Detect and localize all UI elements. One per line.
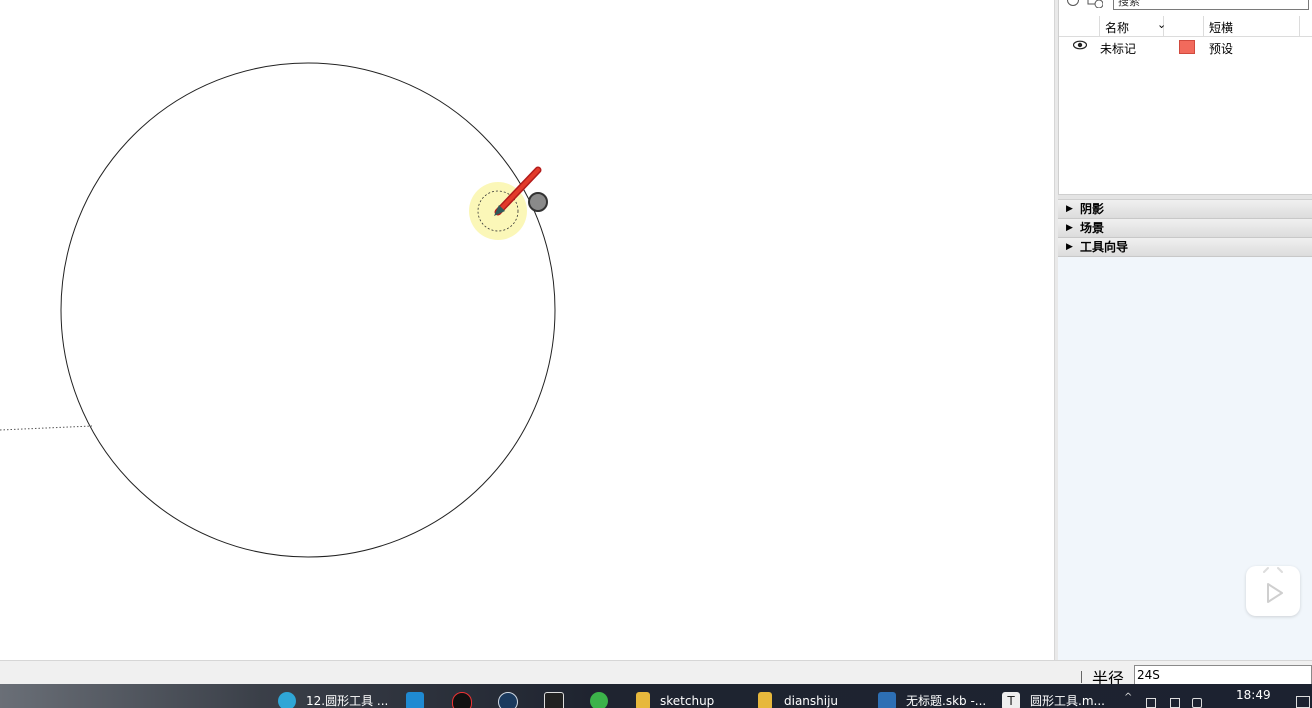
- chevron-up-icon[interactable]: ^: [1124, 692, 1132, 703]
- tray-label: 场景: [1080, 221, 1105, 235]
- taskbar-label: dianshiju: [784, 694, 839, 708]
- display-icon[interactable]: [1170, 698, 1180, 708]
- axis-line: [0, 425, 93, 431]
- taskbar-label: 无标题.skb -...: [906, 694, 987, 708]
- taskbar-item-vscode[interactable]: [406, 684, 430, 708]
- notification-icon[interactable]: [1296, 696, 1310, 708]
- chevron-down-icon[interactable]: ⌄: [1157, 18, 1166, 31]
- tag-color-swatch[interactable]: [1179, 40, 1195, 54]
- taskbar-item-steam[interactable]: [498, 684, 522, 708]
- volume-icon[interactable]: [1192, 698, 1202, 708]
- eye-icon[interactable]: [1073, 40, 1087, 50]
- wechat-icon: [590, 692, 608, 708]
- taskbar-label: sketchup: [660, 694, 715, 708]
- tag-name[interactable]: 未标记: [1100, 40, 1136, 57]
- taskbar-clock[interactable]: 18:49: [1236, 688, 1271, 702]
- network-icon[interactable]: [1146, 698, 1156, 708]
- taskbar-label: 12.圆形工具 ...: [306, 694, 389, 708]
- expand-triangle-icon: ▶: [1066, 223, 1073, 233]
- taskbar-item-wechat[interactable]: [590, 684, 614, 708]
- taskbar-item-epic[interactable]: [544, 684, 568, 708]
- viewport-canvas[interactable]: [0, 0, 1054, 660]
- sketchup-icon: [878, 692, 896, 708]
- tray-scenes[interactable]: ▶ 场景: [1058, 219, 1312, 238]
- taskbar-label: 圆形工具.m...: [1030, 694, 1105, 708]
- steam-icon: [498, 692, 518, 708]
- tray-shadows[interactable]: ▶ 阴影: [1058, 200, 1312, 219]
- tag-table-header: [1059, 16, 1312, 37]
- expand-triangle-icon: ▶: [1066, 204, 1073, 214]
- epic-icon: [544, 692, 564, 708]
- folder-icon: [636, 692, 650, 708]
- vscode-icon: [406, 692, 424, 708]
- tray-label: 阴影: [1080, 202, 1105, 216]
- measurements-input[interactable]: 24S: [1134, 665, 1312, 685]
- edge-icon: [278, 692, 296, 708]
- expand-triangle-icon: ▶: [1066, 242, 1073, 252]
- folder-icon: [758, 692, 772, 708]
- drawing-viewport[interactable]: [0, 0, 1054, 660]
- taskbar-item-qq[interactable]: [452, 684, 476, 708]
- tag-dash-preset[interactable]: 预设: [1209, 40, 1233, 57]
- tray-label: 工具向导: [1080, 240, 1129, 254]
- default-tray: 搜索 名称 ⌄ 短横 未标记 预设 ▶ 阴影 ▶ 场景 ▶ 工具向导: [1058, 0, 1312, 660]
- search-input[interactable]: 搜索: [1113, 0, 1309, 10]
- play-button[interactable]: [1246, 566, 1300, 616]
- status-bar: 半径 24S: [0, 660, 1312, 688]
- taskbar: 12.圆形工具 ... sketchup dianshiju 无标题.skb -…: [0, 684, 1312, 708]
- typora-icon: T: [1002, 692, 1020, 708]
- add-folder-icon[interactable]: [1087, 0, 1103, 8]
- status-divider: [1081, 671, 1082, 683]
- play-icon: [1263, 567, 1283, 603]
- column-divider: [1299, 16, 1300, 37]
- drawn-circle[interactable]: [60, 62, 556, 558]
- column-divider: [1099, 16, 1100, 37]
- tags-panel: 搜索 名称 ⌄ 短横 未标记 预设: [1058, 0, 1312, 194]
- add-tag-icon[interactable]: [1067, 0, 1079, 6]
- column-name-header[interactable]: 名称: [1105, 19, 1129, 36]
- column-divider: [1203, 16, 1204, 37]
- column-dash-header[interactable]: 短横: [1209, 19, 1233, 36]
- qq-icon: [452, 692, 472, 708]
- tray-instructor[interactable]: ▶ 工具向导: [1058, 238, 1312, 257]
